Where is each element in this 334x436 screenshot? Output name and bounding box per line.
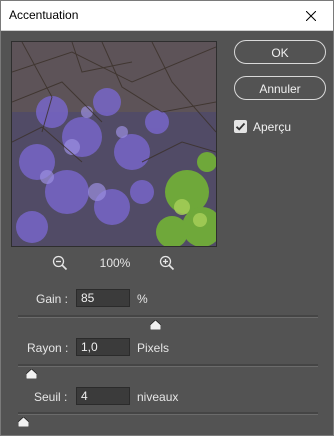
zoom-level: 100% — [99, 256, 131, 270]
zoom-controls: 100% — [49, 254, 183, 272]
rayon-label: Rayon : — [27, 341, 69, 355]
gain-unit: % — [137, 292, 148, 306]
zoom-in-icon[interactable] — [159, 255, 175, 271]
seuil-input[interactable] — [76, 387, 130, 405]
apercu-checkbox[interactable] — [234, 120, 247, 133]
apercu-label: Aperçu — [253, 120, 292, 134]
window-title: Accentuation — [9, 8, 79, 22]
preview-image[interactable] — [11, 41, 217, 247]
gain-slider-thumb[interactable] — [149, 319, 162, 331]
seuil-slider-track[interactable] — [18, 412, 318, 415]
close-icon — [306, 10, 316, 21]
seuil-label: Seuil : — [34, 390, 68, 404]
rayon-unit: Pixels — [137, 341, 170, 355]
zoom-out-icon[interactable] — [52, 255, 68, 271]
accentuation-dialog: Accentuation 100% OK Annuler Aperçu Gain… — [0, 0, 334, 436]
ok-button[interactable]: OK — [234, 40, 326, 64]
gain-slider-track[interactable] — [18, 315, 318, 318]
gain-input[interactable] — [76, 289, 130, 307]
rayon-input[interactable] — [76, 338, 130, 356]
title-bar[interactable]: Accentuation — [1, 1, 333, 31]
cancel-button[interactable]: Annuler — [234, 76, 326, 100]
seuil-unit: niveaux — [137, 390, 179, 404]
gain-label: Gain : — [36, 292, 69, 306]
seuil-slider-thumb[interactable] — [17, 416, 30, 428]
rayon-slider-thumb[interactable] — [25, 368, 38, 380]
rayon-slider-track[interactable] — [18, 364, 318, 367]
close-button[interactable] — [289, 1, 333, 30]
